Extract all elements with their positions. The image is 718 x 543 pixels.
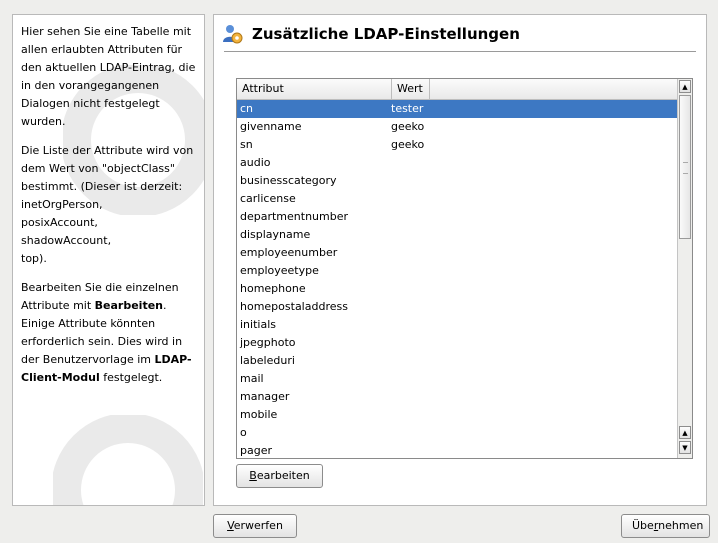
cell-attribute: initials	[240, 318, 276, 331]
help-paragraph-objectclass: Die Liste der Attribute wird von dem Wert…	[21, 142, 196, 268]
help-line: top).	[21, 252, 47, 265]
table-row[interactable]: mail	[237, 370, 678, 388]
table-header: Attribut Wert	[237, 79, 678, 100]
cell-attribute: homephone	[240, 282, 306, 295]
cell-attribute: pager	[240, 444, 272, 457]
help-line: dem Wert von "objectClass"	[21, 162, 175, 175]
cell-attribute: mobile	[240, 408, 278, 421]
table-row[interactable]: displayname	[237, 226, 678, 244]
cell-attribute: cn	[240, 102, 254, 115]
cell-attribute: manager	[240, 390, 290, 403]
table-row[interactable]: cn tester	[237, 100, 678, 118]
cell-attribute: homepostaladdress	[240, 300, 348, 313]
users-settings-icon	[223, 25, 243, 44]
table-row[interactable]: carlicense	[237, 190, 678, 208]
title-divider	[224, 51, 696, 52]
grip-icon	[683, 162, 688, 174]
vertical-scrollbar[interactable]: ▲ ▲ ▼	[677, 79, 692, 458]
cell-attribute: givenname	[240, 120, 302, 133]
cell-attribute: labeleduri	[240, 354, 295, 367]
help-paragraph-intro: Hier sehen Sie eine Tabelle mit allen er…	[21, 25, 196, 128]
scrollbar-thumb[interactable]	[679, 95, 691, 239]
discard-button[interactable]: Verwerfen	[213, 514, 297, 538]
table-row[interactable]: labeleduri	[237, 352, 678, 370]
table-row[interactable]: employeetype	[237, 262, 678, 280]
cell-attribute: mail	[240, 372, 264, 385]
table-row[interactable]: manager	[237, 388, 678, 406]
table-row[interactable]: departmentnumber	[237, 208, 678, 226]
table-body: cn tester givenname geeko sn geeko audio busine…	[237, 100, 678, 458]
page-title: Zusätzliche LDAP-Einstellungen	[252, 25, 520, 43]
cell-attribute: audio	[240, 156, 271, 169]
cell-attribute: businesscategory	[240, 174, 337, 187]
table-row[interactable]: initials	[237, 316, 678, 334]
attribute-table[interactable]: Attribut Wert cn tester givenname geeko sn ge…	[236, 78, 693, 459]
cell-attribute: carlicense	[240, 192, 296, 205]
cell-attribute: jpegphoto	[240, 336, 296, 349]
cell-attribute: o	[240, 426, 247, 439]
cell-value: geeko	[391, 138, 425, 151]
table-row[interactable]: sn geeko	[237, 136, 678, 154]
table-row[interactable]: pager	[237, 442, 678, 458]
dialog-header: Zusätzliche LDAP-Einstellungen	[222, 21, 520, 47]
help-line: posixAccount,	[21, 216, 98, 229]
help-line: Die Liste der Attribute wird von	[21, 144, 194, 157]
lifebuoy-watermark-icon	[53, 415, 203, 505]
help-bold-edit: Bearbeiten	[94, 299, 164, 312]
cell-value: tester	[391, 102, 424, 115]
table-row[interactable]: o	[237, 424, 678, 442]
scroll-up-button[interactable]: ▲	[679, 80, 691, 93]
help-panel: Hier sehen Sie eine Tabelle mit allen er…	[12, 14, 205, 506]
table-row[interactable]: mobile	[237, 406, 678, 424]
cell-attribute: displayname	[240, 228, 311, 241]
column-header-attribut[interactable]: Attribut	[237, 79, 392, 99]
cell-attribute: employeetype	[240, 264, 319, 277]
cell-attribute: sn	[240, 138, 253, 151]
cell-attribute: departmentnumber	[240, 210, 349, 223]
table-row[interactable]: employeenumber	[237, 244, 678, 262]
table-row[interactable]: businesscategory	[237, 172, 678, 190]
accept-button[interactable]: Übernehmen	[621, 514, 710, 538]
cell-value: geeko	[391, 120, 425, 133]
table-row[interactable]: homepostaladdress	[237, 298, 678, 316]
table-row[interactable]: jpegphoto	[237, 334, 678, 352]
help-paragraph-edit: Bearbeiten Sie die einzelnen Attribute m…	[21, 281, 192, 384]
table-row[interactable]: audio	[237, 154, 678, 172]
column-header-wert[interactable]: Wert	[392, 79, 430, 99]
cell-attribute: employeenumber	[240, 246, 338, 259]
scroll-down-button[interactable]: ▼	[679, 441, 691, 454]
scroll-up-small-button[interactable]: ▲	[679, 426, 691, 439]
table-row[interactable]: homephone	[237, 280, 678, 298]
help-line: bestimmt. (Dieser ist derzeit:	[21, 180, 183, 193]
help-line: shadowAccount,	[21, 234, 112, 247]
table-row[interactable]: givenname geeko	[237, 118, 678, 136]
help-line: inetOrgPerson,	[21, 198, 103, 211]
main-panel: Zusätzliche LDAP-Einstellungen Attribut …	[213, 14, 707, 506]
edit-button[interactable]: Bearbeiten	[236, 464, 323, 488]
